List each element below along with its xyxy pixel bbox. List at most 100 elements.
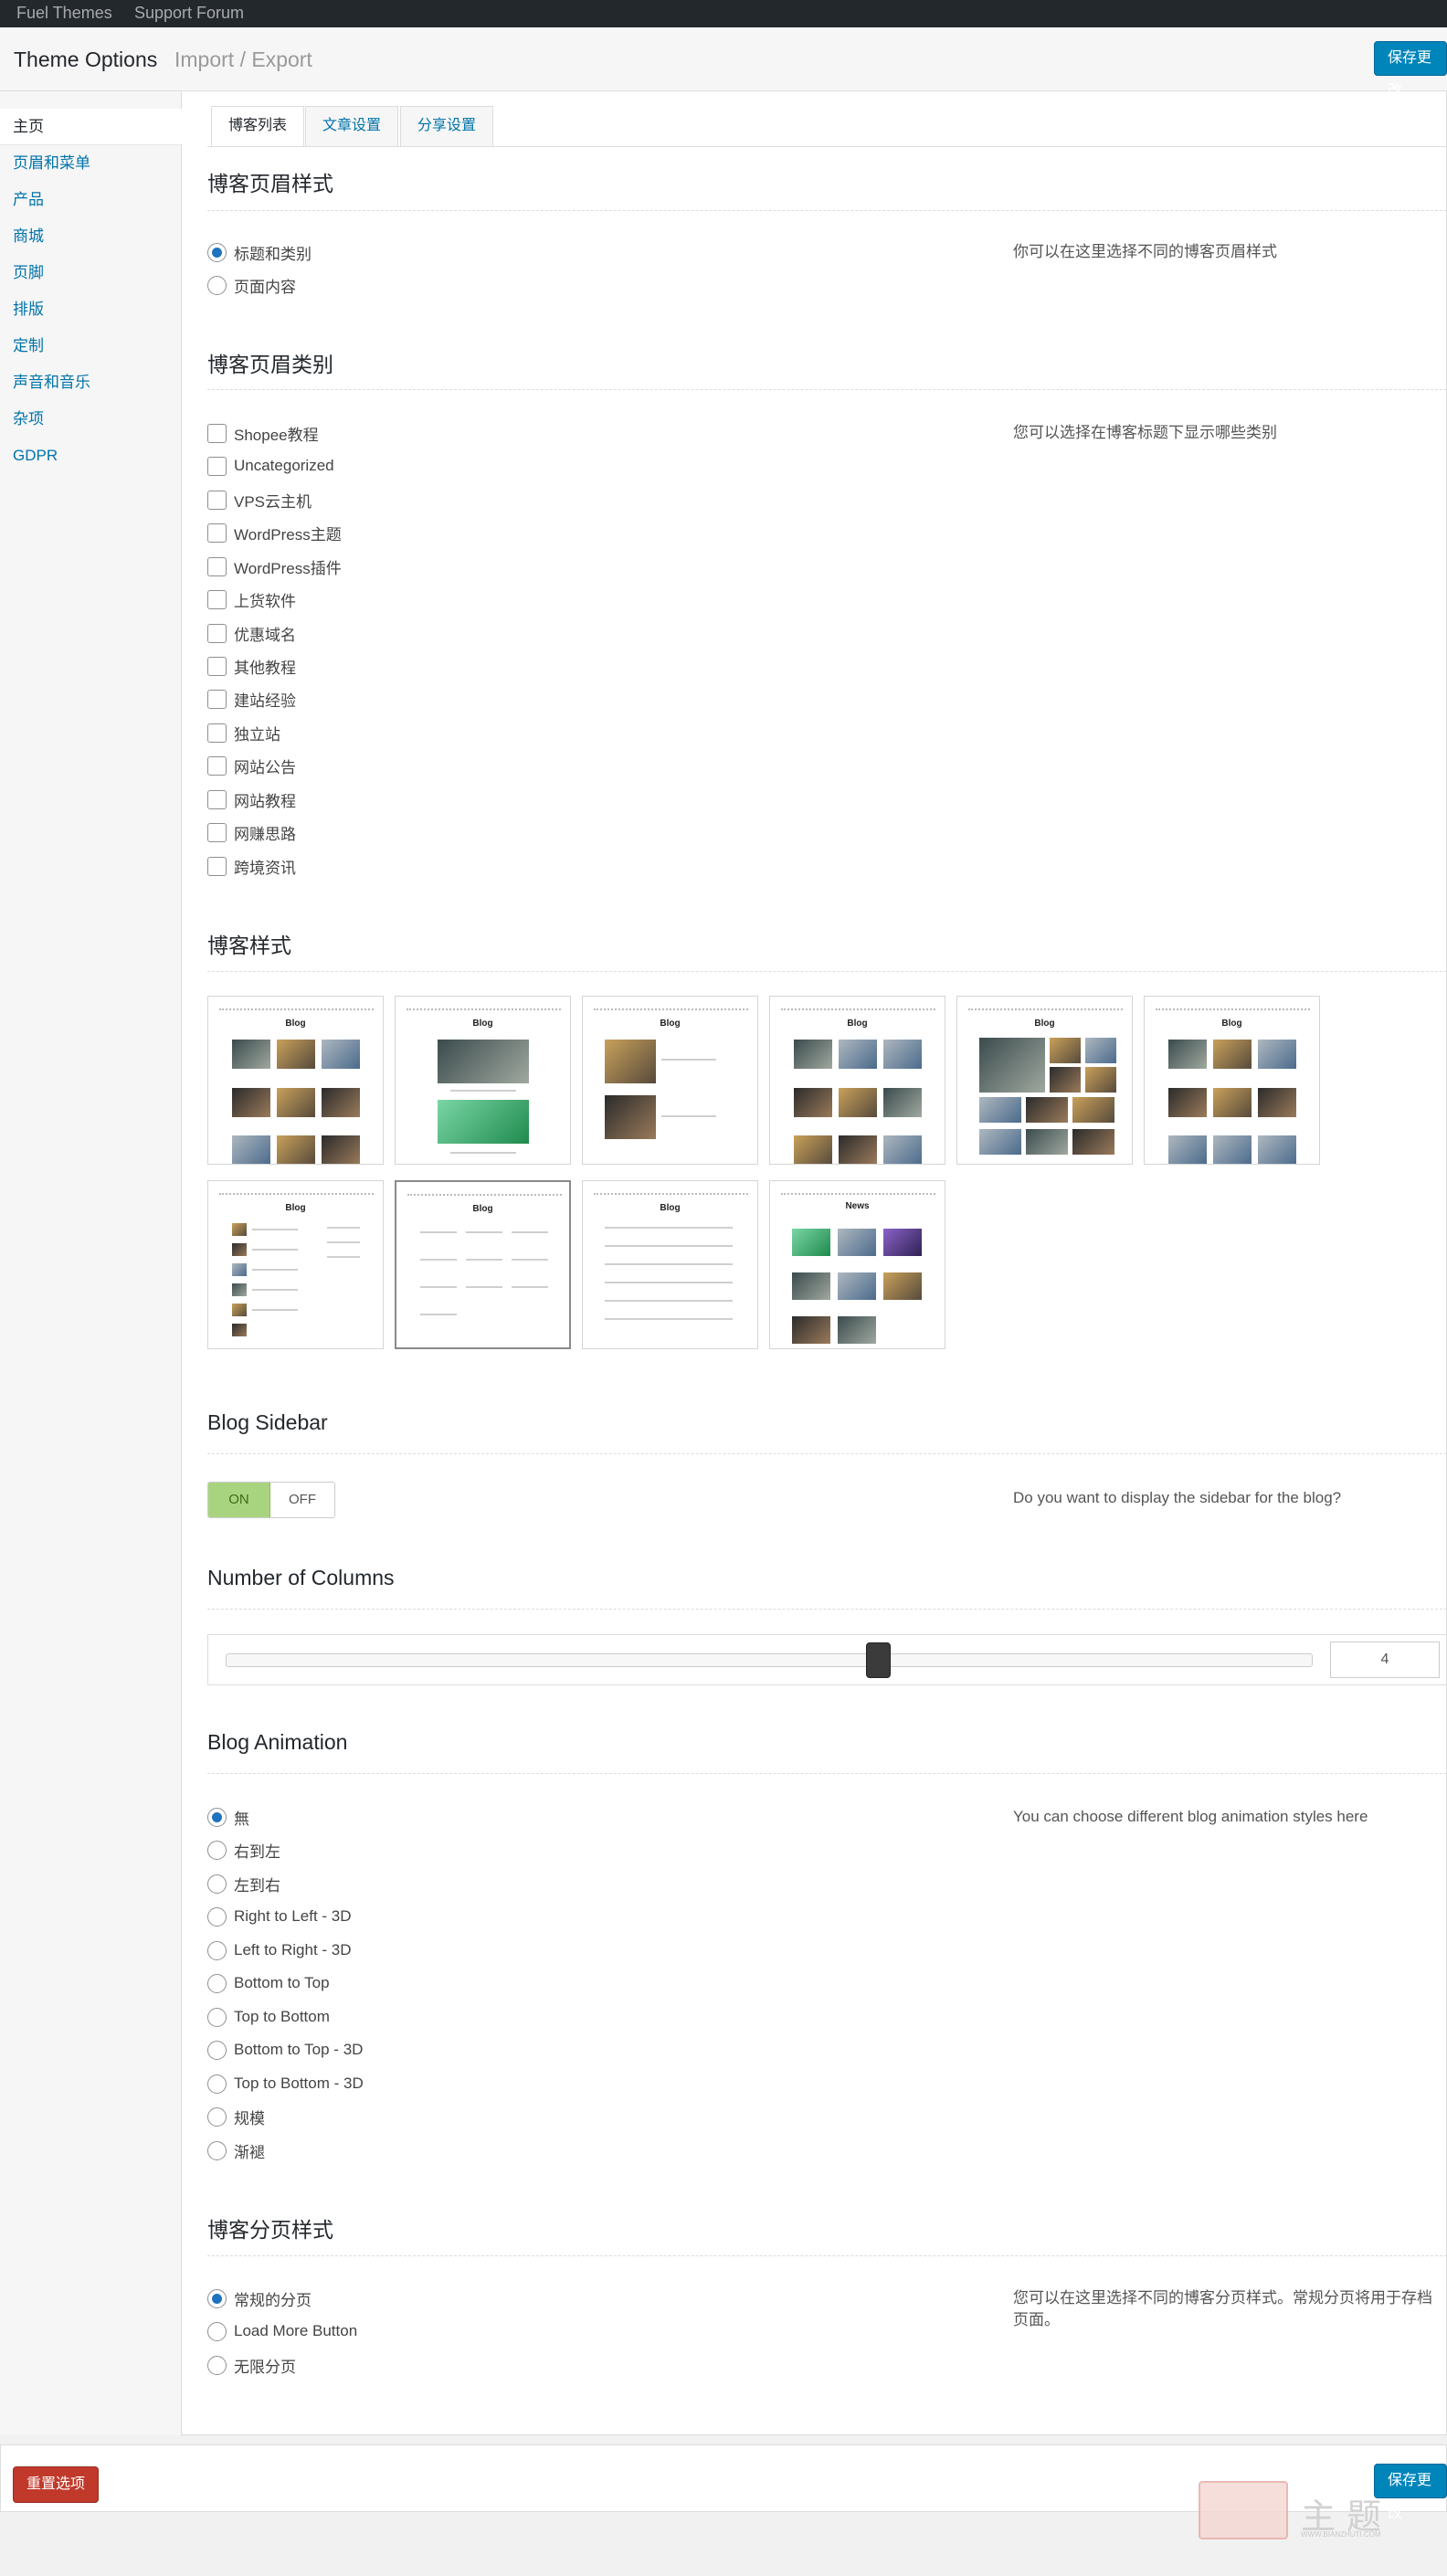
support-forum-link[interactable]: Support Forum — [134, 4, 244, 23]
sidebar-item-misc[interactable]: 杂项 — [0, 401, 182, 438]
checkbox-option[interactable]: 建站经验 — [207, 688, 296, 710]
fuel-themes-link[interactable]: Fuel Themes — [16, 4, 112, 23]
radio-option[interactable]: 无限分页 — [207, 2354, 296, 2376]
checkbox[interactable] — [207, 556, 227, 576]
radio-button[interactable] — [207, 2007, 227, 2027]
checkbox-option[interactable]: WordPress插件 — [207, 555, 342, 577]
radio-option[interactable]: Left to Right - 3D — [207, 1939, 352, 1961]
blog-style-thumb[interactable]: Blog — [956, 996, 1133, 1165]
radio-button[interactable] — [207, 1874, 227, 1894]
radio-button[interactable] — [207, 275, 227, 295]
page-title: Theme Options — [14, 48, 158, 71]
checkbox-option[interactable]: 上货软件 — [207, 588, 296, 610]
blog-style-thumb[interactable]: Blog — [207, 1180, 384, 1349]
checkbox[interactable] — [207, 723, 227, 743]
radio-option[interactable]: 页面内容 — [207, 274, 296, 296]
section-title-blog-header-style: 博客页眉样式 — [207, 172, 333, 195]
radio-button[interactable] — [207, 2355, 227, 2375]
radio-option[interactable]: Right to Left - 3D — [207, 1906, 352, 1927]
toggle-off[interactable]: OFF — [270, 1483, 334, 1517]
radio-button[interactable] — [207, 1840, 227, 1860]
radio-option[interactable]: Bottom to Top - 3D — [207, 2039, 363, 2061]
radio-option[interactable]: 常规的分页 — [207, 2287, 312, 2309]
checkbox[interactable] — [207, 456, 227, 476]
checkbox-label: 上货软件 — [234, 592, 296, 610]
checkbox-option[interactable]: Shopee教程 — [207, 422, 319, 444]
blog-style-thumb[interactable]: News — [769, 1180, 945, 1349]
radio-button[interactable] — [207, 2140, 227, 2160]
checkbox-option[interactable]: 跨境资讯 — [207, 855, 296, 877]
import-export-link[interactable]: Import / Export — [174, 48, 312, 72]
sidebar-item-products[interactable]: 产品 — [0, 182, 182, 218]
sidebar-item-customize[interactable]: 定制 — [0, 328, 182, 364]
checkbox-label: WordPress主题 — [234, 525, 342, 544]
sidebar-item-home[interactable]: 主页 — [0, 109, 183, 145]
radio-button[interactable] — [207, 2074, 227, 2094]
radio-option[interactable]: 标题和类别 — [207, 241, 312, 263]
radio-button[interactable] — [207, 2040, 227, 2060]
sidebar-item-footer[interactable]: 页脚 — [0, 255, 182, 291]
radio-button[interactable] — [207, 1940, 227, 1960]
checkbox[interactable] — [207, 490, 227, 510]
checkbox-option[interactable]: VPS云主机 — [207, 489, 312, 511]
sidebar-item-shop[interactable]: 商城 — [0, 218, 182, 255]
radio-option[interactable]: 渐褪 — [207, 2139, 265, 2161]
checkbox[interactable] — [207, 656, 227, 676]
save-changes-button[interactable]: 保存更改 — [1374, 41, 1447, 99]
checkbox-option[interactable]: WordPress主题 — [207, 522, 342, 544]
checkbox[interactable] — [207, 822, 227, 842]
blog-style-thumb[interactable]: Blog — [207, 996, 384, 1165]
blog-style-thumb[interactable]: Blog — [395, 996, 571, 1165]
radio-option[interactable]: Load More Button — [207, 2320, 357, 2342]
radio-button[interactable] — [207, 2288, 227, 2308]
divider — [207, 389, 1447, 390]
checkbox[interactable] — [207, 523, 227, 543]
radio-option[interactable]: 右到左 — [207, 1839, 280, 1861]
checkbox[interactable] — [207, 623, 227, 643]
radio-option[interactable]: Top to Bottom — [207, 2006, 330, 2028]
reset-options-button[interactable]: 重置选项 — [13, 2466, 100, 2503]
radio-option[interactable]: 無 — [207, 1806, 249, 1828]
checkbox-option[interactable]: 网赚思路 — [207, 821, 296, 843]
checkbox-option[interactable]: 优惠域名 — [207, 622, 296, 644]
options-header: Theme Options Import / Export 保存更改 — [0, 27, 1447, 99]
blog-style-thumb[interactable]: Blog — [1144, 996, 1320, 1165]
tab-post-settings[interactable]: 文章设置 — [305, 106, 399, 146]
tab-blog-list[interactable]: 博客列表 — [211, 106, 305, 147]
radio-button[interactable] — [207, 1807, 227, 1827]
sidebar-item-sound-music[interactable]: 声音和音乐 — [0, 364, 182, 401]
sidebar-item-header-menu[interactable]: 页眉和菜单 — [0, 145, 182, 182]
radio-option[interactable]: 左到右 — [207, 1873, 280, 1895]
radio-option[interactable]: 规模 — [207, 2106, 265, 2127]
checkbox-option[interactable]: Uncategorized — [207, 455, 334, 477]
slider-handle[interactable] — [865, 1642, 891, 1678]
blog-style-thumb[interactable]: Blog — [769, 996, 945, 1165]
blog-sidebar-toggle[interactable]: ON OFF — [207, 1482, 335, 1518]
sidebar-item-typography[interactable]: 排版 — [0, 291, 182, 328]
checkbox-option[interactable]: 网站教程 — [207, 788, 296, 810]
radio-button[interactable] — [207, 1906, 227, 1927]
blog-style-thumb[interactable]: Blog — [582, 1180, 758, 1349]
checkbox[interactable] — [207, 755, 227, 776]
radio-option[interactable]: Bottom to Top — [207, 1972, 330, 1994]
tab-share-settings[interactable]: 分享设置 — [400, 106, 494, 146]
checkbox[interactable] — [207, 856, 227, 876]
blog-style-thumb[interactable]: Blog — [582, 996, 758, 1165]
radio-option[interactable]: Top to Bottom - 3D — [207, 2073, 364, 2095]
checkbox[interactable] — [207, 589, 227, 609]
radio-button[interactable] — [207, 2106, 227, 2127]
blog-style-thumb-selected[interactable]: Blog — [395, 1180, 571, 1349]
slider-track[interactable] — [226, 1653, 1313, 1667]
checkbox-option[interactable]: 独立站 — [207, 722, 280, 744]
checkbox[interactable] — [207, 423, 227, 443]
radio-button[interactable] — [207, 2321, 227, 2341]
toggle-on[interactable]: ON — [208, 1483, 270, 1517]
sidebar-item-gdpr[interactable]: GDPR — [0, 438, 182, 474]
checkbox-option[interactable]: 其他教程 — [207, 655, 296, 677]
checkbox[interactable] — [207, 689, 227, 709]
radio-button[interactable] — [207, 242, 227, 262]
radio-button[interactable] — [207, 1973, 227, 1993]
checkbox[interactable] — [207, 789, 227, 809]
columns-number-input[interactable]: 4 — [1330, 1642, 1440, 1678]
checkbox-option[interactable]: 网站公告 — [207, 755, 296, 776]
